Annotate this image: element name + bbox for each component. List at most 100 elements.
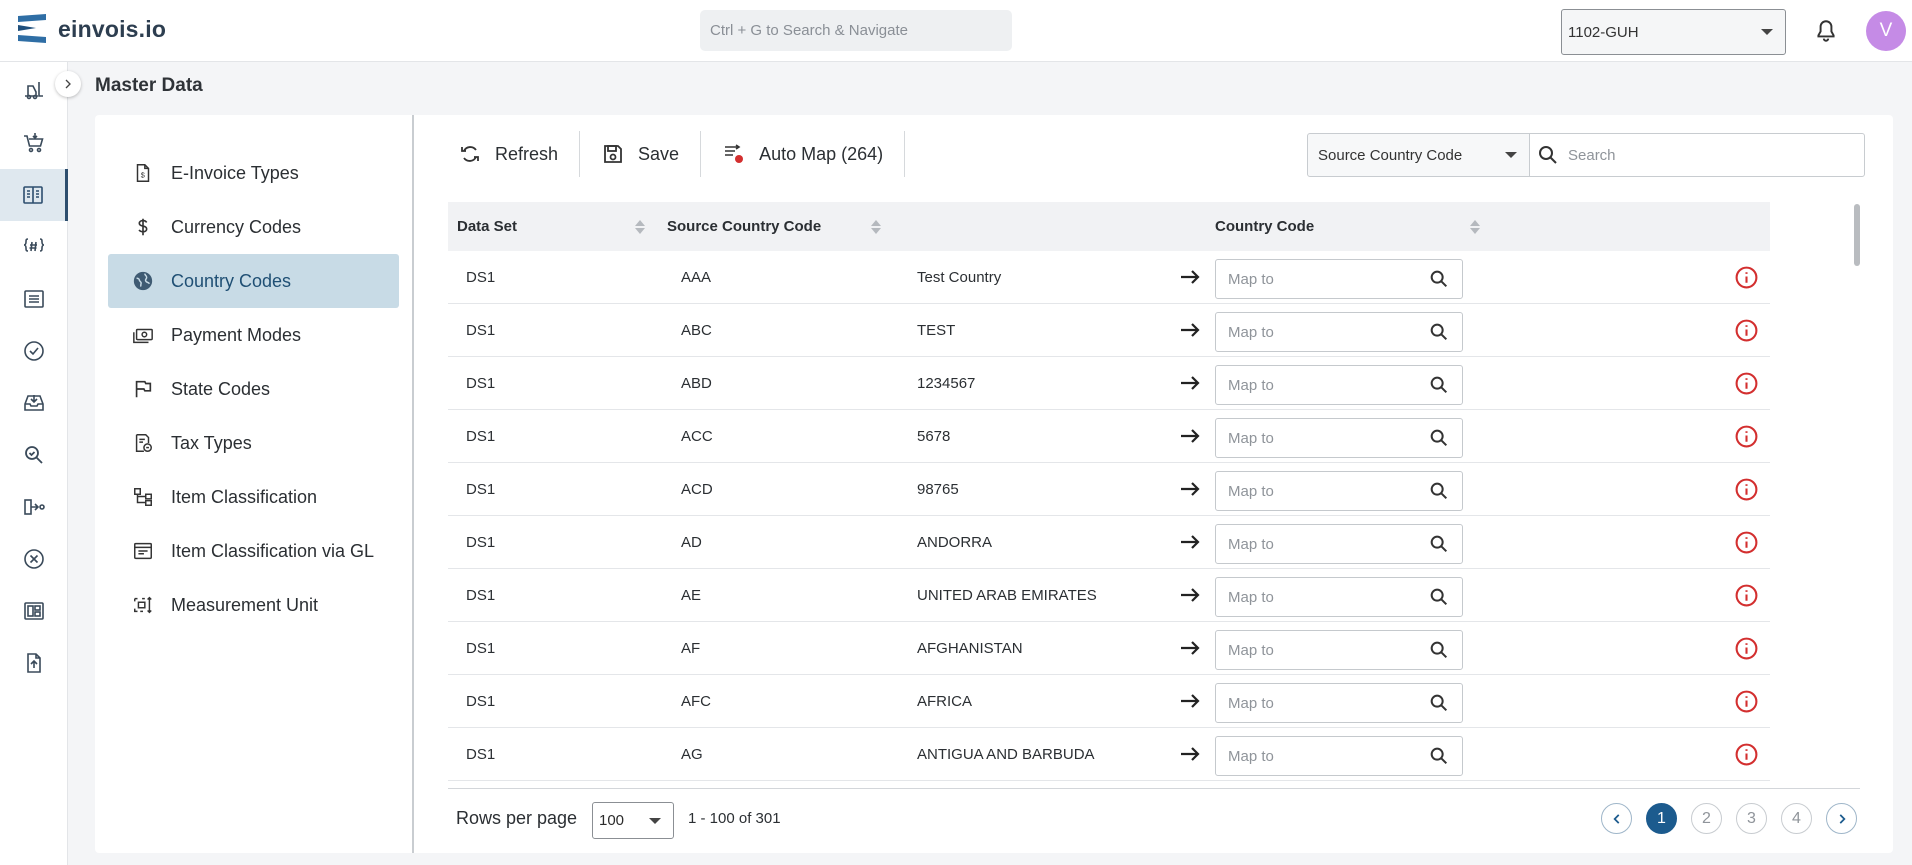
next-page-button[interactable] [1826, 803, 1857, 834]
rows-per-page-select[interactable]: 100 [592, 802, 674, 839]
table-row: DS1 AG ANTIGUA AND BARBUDA [448, 728, 1770, 781]
table-search-input[interactable] [1568, 146, 1858, 164]
search-icon[interactable] [1428, 427, 1450, 449]
entity-select[interactable]: 1102-GUH [1561, 9, 1786, 55]
rail-item-flow[interactable] [0, 481, 68, 533]
prev-page-button[interactable] [1601, 803, 1632, 834]
auto-map-label: Auto Map (264) [759, 143, 884, 164]
sort-icon[interactable] [635, 219, 645, 235]
refresh-icon [461, 146, 479, 162]
hashtag-braces-icon [23, 238, 45, 252]
info-alert-icon[interactable] [1734, 636, 1759, 661]
info-alert-icon[interactable] [1734, 477, 1759, 502]
auto-map-button[interactable]: Auto Map (264) [701, 131, 906, 177]
rail-item-cart[interactable] [0, 117, 68, 169]
chevron-left-icon [1612, 813, 1619, 824]
info-alert-icon[interactable] [1734, 318, 1759, 343]
sort-icon[interactable] [1470, 219, 1480, 235]
globe-icon [133, 271, 153, 291]
map-to-input[interactable] [1228, 270, 1428, 288]
submenu-item-tax-types[interactable]: Tax Types [108, 416, 399, 470]
rows-per-page-label: Rows per page [456, 808, 578, 828]
forklift-icon [25, 82, 43, 100]
submenu-item-measurement-unit[interactable]: Measurement Unit [108, 578, 399, 632]
search-icon [1539, 146, 1557, 164]
submenu-item-item-classification[interactable]: Item Classification [108, 470, 399, 524]
page-button[interactable]: 1 [1646, 803, 1677, 834]
notification-bell-icon[interactable] [1813, 18, 1839, 44]
sort-icon[interactable] [871, 219, 881, 235]
pagination: 1234 [1601, 803, 1871, 834]
page-button[interactable]: 3 [1736, 803, 1767, 834]
submenu-item-label: Item Classification [171, 486, 318, 507]
info-alert-icon[interactable] [1734, 583, 1759, 608]
info-alert-icon[interactable] [1734, 265, 1759, 290]
header-country-code[interactable]: Country Code [1215, 202, 1314, 251]
map-to-input[interactable] [1228, 376, 1428, 394]
arrow-right-icon [1181, 323, 1200, 337]
rail-item-upload[interactable] [0, 637, 68, 689]
search-icon[interactable] [1428, 639, 1450, 661]
app-logo[interactable]: einvois.io [18, 14, 166, 44]
search-icon[interactable] [1428, 533, 1450, 555]
map-to-input[interactable] [1228, 535, 1428, 553]
submenu-item-country-codes[interactable]: Country Codes [108, 254, 399, 308]
search-icon[interactable] [1428, 480, 1450, 502]
rail-item-inbox[interactable] [0, 377, 68, 429]
info-alert-icon[interactable] [1734, 530, 1759, 555]
inbox-download-icon [24, 395, 44, 411]
header-data-set[interactable]: Data Set [457, 202, 517, 251]
map-to-input[interactable] [1228, 482, 1428, 500]
rail-item-hashtag[interactable] [0, 221, 68, 273]
header-source-code[interactable]: Source Country Code [667, 202, 821, 251]
expand-rail-button[interactable] [55, 71, 81, 97]
map-to-input[interactable] [1228, 641, 1428, 659]
info-alert-icon[interactable] [1734, 424, 1759, 449]
page-button[interactable]: 4 [1781, 803, 1812, 834]
chevron-right-icon [1839, 813, 1846, 824]
cell-source-name: Test Country [917, 268, 1002, 286]
search-icon[interactable] [1428, 692, 1450, 714]
rail-item-search[interactable] [0, 429, 68, 481]
page-button[interactable]: 2 [1691, 803, 1722, 834]
info-alert-icon[interactable] [1734, 371, 1759, 396]
country-codes-table: Data Set Source Country Code Country Cod… [448, 202, 1770, 781]
table-scrollbar[interactable] [1854, 204, 1860, 266]
map-to-input[interactable] [1228, 694, 1428, 712]
info-alert-icon[interactable] [1734, 689, 1759, 714]
search-icon[interactable] [1428, 745, 1450, 767]
cell-source-code: AAA [681, 268, 712, 286]
save-button[interactable]: Save [580, 131, 702, 177]
cell-source-name: TEST [917, 321, 956, 339]
map-to-input[interactable] [1228, 429, 1428, 447]
list-icon [24, 290, 44, 308]
map-to-input[interactable] [1228, 588, 1428, 606]
refresh-button[interactable]: Refresh [437, 131, 581, 177]
search-icon[interactable] [1428, 586, 1450, 608]
rail-item-cancel[interactable] [0, 533, 68, 585]
map-to-input[interactable] [1228, 747, 1428, 765]
rail-item-dashboard[interactable] [0, 585, 68, 637]
search-icon[interactable] [1428, 374, 1450, 396]
rail-item-master-data[interactable] [0, 169, 68, 221]
check-circle-icon [24, 341, 44, 361]
submenu-item-currency-codes[interactable]: Currency Codes [108, 200, 399, 254]
search-icon[interactable] [1428, 268, 1450, 290]
submenu-item-state-codes[interactable]: State Codes [108, 362, 399, 416]
cell-source-code: AD [681, 533, 702, 551]
submenu-item-e-invoice-types[interactable]: $ E-Invoice Types [108, 146, 399, 200]
map-to-input[interactable] [1228, 323, 1428, 341]
submenu-item-item-classification-via-gl[interactable]: Item Classification via GL [108, 524, 399, 578]
rail-item-check[interactable] [0, 325, 68, 377]
search-icon[interactable] [1428, 321, 1450, 343]
rail-item-list[interactable] [0, 273, 68, 325]
submenu-item-label: Currency Codes [171, 216, 302, 237]
submenu-item-payment-modes[interactable]: Payment Modes [108, 308, 399, 362]
cart-icon [24, 133, 44, 153]
user-avatar[interactable]: V [1866, 11, 1906, 51]
invoice-dollar-icon: $ [136, 164, 150, 182]
global-search-input[interactable] [700, 10, 1012, 51]
table-row: DS1 AFC AFRICA [448, 675, 1770, 728]
search-field-select[interactable]: Source Country Code [1307, 133, 1530, 177]
info-alert-icon[interactable] [1734, 742, 1759, 767]
